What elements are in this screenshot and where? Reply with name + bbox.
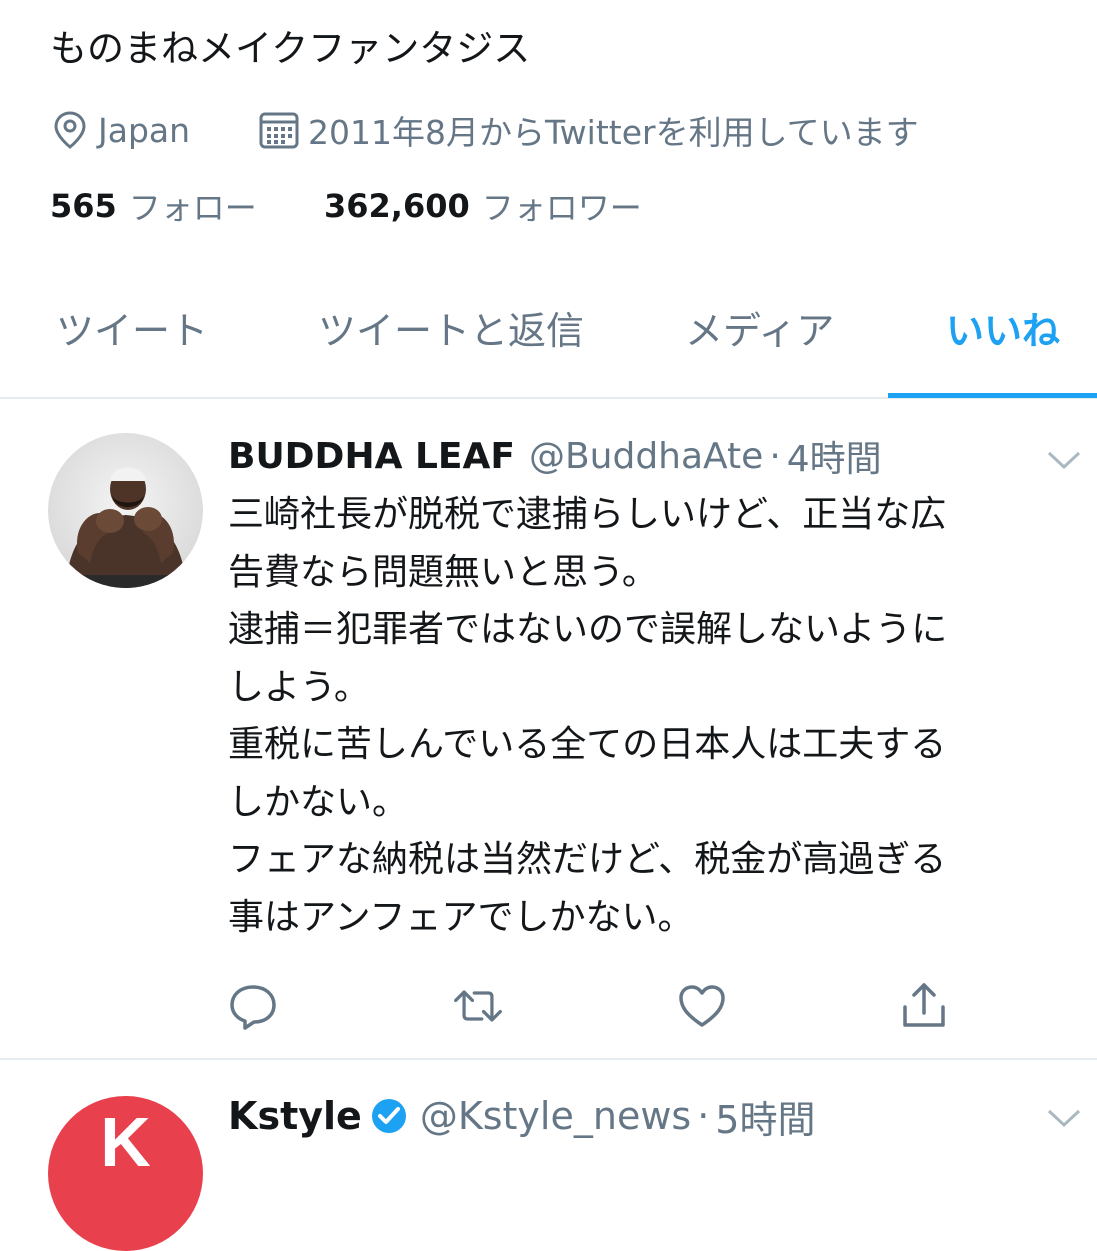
joined-text: 2011年8月からTwitterを利用しています: [308, 113, 919, 152]
tweet-author-name[interactable]: Kstyle: [228, 1094, 362, 1138]
tweet-line: 逮捕＝犯罪者ではないので誤解しないように: [228, 609, 948, 650]
tweet-line: 事はアンフェアでしかない。: [228, 896, 694, 938]
following-label: フォロー: [128, 189, 257, 227]
tweet-line: 三崎社長が脱税で逮捕らしいけど、正当な広: [228, 494, 947, 535]
chevron-down-icon[interactable]: [1046, 448, 1082, 476]
followers-stat[interactable]: 362,600 フォロワー: [324, 183, 642, 229]
profile-bio: ものまねメイクファンタジス: [50, 27, 531, 70]
share-icon: [903, 983, 945, 1027]
tab-media[interactable]: メディア: [685, 300, 834, 362]
tweet-line: しかない。: [228, 781, 409, 823]
tweet-author-handle[interactable]: @BuddhaAte: [529, 436, 763, 477]
tweet-line: フェアな納税は当然だけど、税金が高過ぎる: [228, 839, 947, 880]
followers-label: フォロワー: [481, 189, 642, 227]
tweet-header: BUDDHA LEAF @BuddhaAte · 4時間: [228, 430, 882, 482]
tweet-header: Kstyle @Kstyle_news · 5時間: [228, 1086, 815, 1146]
tweet-author-name[interactable]: BUDDHA LEAF: [228, 436, 515, 477]
avatar-letter: K: [100, 1103, 151, 1181]
active-tab-indicator: [888, 393, 1097, 398]
reply-button[interactable]: [227, 980, 279, 1032]
calendar-icon: [258, 110, 300, 150]
profile-location: Japan: [52, 108, 190, 152]
tweet-divider: [0, 1058, 1097, 1060]
tweet-line: しよう。: [228, 666, 370, 708]
following-stat[interactable]: 565 フォロー: [50, 183, 257, 229]
tweet-author-handle[interactable]: @Kstyle_news: [420, 1094, 691, 1138]
following-count: 565: [50, 187, 117, 225]
location-text: Japan: [98, 110, 191, 150]
retweet-icon: [454, 990, 502, 1022]
profile-joined: 2011年8月からTwitterを利用しています: [258, 108, 919, 152]
share-button[interactable]: [898, 980, 950, 1032]
tweet-text: 三崎社長が脱税で逮捕らしいけど、正当な広 告費なら問題無いと思う。 逮捕＝犯罪者…: [228, 486, 1078, 946]
tweet-timestamp[interactable]: 4時間: [787, 430, 882, 482]
like-icon: [679, 985, 725, 1027]
separator-dot: ·: [769, 435, 781, 477]
tweet-line: 重税に苦しんでいる全ての日本人は工夫する: [228, 724, 947, 765]
tab-tweets-and-replies[interactable]: ツイートと返信: [318, 300, 584, 362]
avatar[interactable]: [48, 433, 203, 588]
verified-badge-icon: [370, 1097, 408, 1135]
followers-count: 362,600: [324, 187, 470, 225]
tweet-line: 告費なら問題無いと思う。: [228, 551, 658, 593]
tab-likes[interactable]: いいね: [946, 300, 1060, 362]
retweet-button[interactable]: [452, 980, 504, 1032]
chevron-down-icon[interactable]: [1046, 1106, 1082, 1134]
reply-icon: [230, 985, 276, 1030]
location-icon: [52, 110, 88, 150]
like-button[interactable]: [676, 980, 728, 1032]
tweet-timestamp[interactable]: 5時間: [715, 1089, 815, 1144]
tab-tweets[interactable]: ツイート: [56, 300, 208, 362]
avatar[interactable]: K: [48, 1096, 203, 1251]
separator-dot: ·: [697, 1094, 710, 1138]
